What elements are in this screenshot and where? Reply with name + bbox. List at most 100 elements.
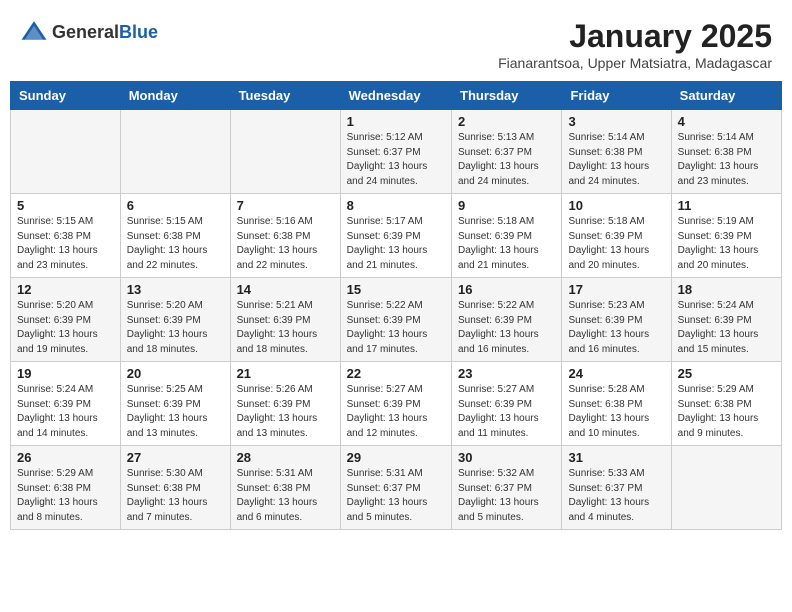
calendar-cell: 26 Sunrise: 5:29 AMSunset: 6:38 PMDayligh… <box>11 446 121 530</box>
calendar-cell: 12 Sunrise: 5:20 AMSunset: 6:39 PMDayligh… <box>11 278 121 362</box>
day-info: Sunrise: 5:18 AMSunset: 6:39 PMDaylight:… <box>458 215 555 273</box>
day-info: Sunrise: 5:32 AMSunset: 6:37 PMDaylight:… <box>458 467 555 525</box>
day-info: Sunrise: 5:22 AMSunset: 6:39 PMDaylight:… <box>347 299 445 357</box>
calendar-cell: 19Sunrise: 5:24 AMSunset: 6:39 PMDayligh… <box>11 362 121 446</box>
page-header: GeneralBlue January 2025 Fianarantsoa, U… <box>10 10 782 77</box>
calendar-cell: 29Sunrise: 5:31 AMSunset: 6:37 PMDayligh… <box>340 446 451 530</box>
logo-general: General <box>52 22 119 42</box>
calendar-cell: 14 Sunrise: 5:21 AMSunset: 6:39 PMDayligh… <box>230 278 340 362</box>
calendar-cell: 31 Sunrise: 5:33 AMSunset: 6:37 PMDayligh… <box>562 446 671 530</box>
day-number: 20 <box>127 366 224 381</box>
day-number: 23 <box>458 366 555 381</box>
day-info: Sunrise: 5:14 AMSunset: 6:38 PMDaylight:… <box>568 131 664 189</box>
day-info: Sunrise: 5:24 AMSunset: 6:39 PMDaylight:… <box>678 299 775 357</box>
calendar-cell: 21Sunrise: 5:26 AMSunset: 6:39 PMDayligh… <box>230 362 340 446</box>
day-number: 12 <box>17 282 114 297</box>
day-number: 24 <box>568 366 664 381</box>
day-number: 6 <box>127 198 224 213</box>
day-info: Sunrise: 5:20 AMSunset: 6:39 PMDaylight:… <box>127 299 224 357</box>
day-number: 5 <box>17 198 114 213</box>
calendar-cell: 17Sunrise: 5:23 AMSunset: 6:39 PMDayligh… <box>562 278 671 362</box>
day-number: 27 <box>127 450 224 465</box>
logo-blue: Blue <box>119 22 158 42</box>
day-info: Sunrise: 5:22 AMSunset: 6:39 PMDaylight:… <box>458 299 555 357</box>
weekday-header: Thursday <box>452 82 562 110</box>
day-number: 8 <box>347 198 445 213</box>
calendar-cell: 7 Sunrise: 5:16 AMSunset: 6:38 PMDaylight… <box>230 194 340 278</box>
weekday-header: Friday <box>562 82 671 110</box>
calendar-cell: 18 Sunrise: 5:24 AMSunset: 6:39 PMDayligh… <box>671 278 781 362</box>
calendar-cell: 16 Sunrise: 5:22 AMSunset: 6:39 PMDayligh… <box>452 278 562 362</box>
calendar-cell <box>230 110 340 194</box>
day-number: 3 <box>568 114 664 129</box>
day-info: Sunrise: 5:25 AMSunset: 6:39 PMDaylight:… <box>127 383 224 441</box>
day-info: Sunrise: 5:27 AMSunset: 6:39 PMDaylight:… <box>347 383 445 441</box>
day-info: Sunrise: 5:15 AMSunset: 6:38 PMDaylight:… <box>17 215 114 273</box>
calendar-cell: 24 Sunrise: 5:28 AMSunset: 6:38 PMDayligh… <box>562 362 671 446</box>
weekday-header: Sunday <box>11 82 121 110</box>
day-info: Sunrise: 5:30 AMSunset: 6:38 PMDaylight:… <box>127 467 224 525</box>
calendar-cell: 1Sunrise: 5:12 AMSunset: 6:37 PMDaylight… <box>340 110 451 194</box>
calendar-cell: 2 Sunrise: 5:13 AMSunset: 6:37 PMDaylight… <box>452 110 562 194</box>
calendar-cell: 27 Sunrise: 5:30 AMSunset: 6:38 PMDayligh… <box>120 446 230 530</box>
day-info: Sunrise: 5:21 AMSunset: 6:39 PMDaylight:… <box>237 299 334 357</box>
day-number: 14 <box>237 282 334 297</box>
day-info: Sunrise: 5:16 AMSunset: 6:38 PMDaylight:… <box>237 215 334 273</box>
day-info: Sunrise: 5:13 AMSunset: 6:37 PMDaylight:… <box>458 131 555 189</box>
calendar-cell: 11 Sunrise: 5:19 AMSunset: 6:39 PMDayligh… <box>671 194 781 278</box>
weekday-header: Monday <box>120 82 230 110</box>
title-block: January 2025 Fianarantsoa, Upper Matsiat… <box>498 18 772 71</box>
day-info: Sunrise: 5:28 AMSunset: 6:38 PMDaylight:… <box>568 383 664 441</box>
day-number: 7 <box>237 198 334 213</box>
day-number: 26 <box>17 450 114 465</box>
day-number: 13 <box>127 282 224 297</box>
day-info: Sunrise: 5:17 AMSunset: 6:39 PMDaylight:… <box>347 215 445 273</box>
day-info: Sunrise: 5:19 AMSunset: 6:39 PMDaylight:… <box>678 215 775 273</box>
day-info: Sunrise: 5:24 AMSunset: 6:39 PMDaylight:… <box>17 383 114 441</box>
calendar-cell: 6Sunrise: 5:15 AMSunset: 6:38 PMDaylight… <box>120 194 230 278</box>
day-number: 16 <box>458 282 555 297</box>
calendar-cell: 15 Sunrise: 5:22 AMSunset: 6:39 PMDayligh… <box>340 278 451 362</box>
calendar-cell: 13 Sunrise: 5:20 AMSunset: 6:39 PMDayligh… <box>120 278 230 362</box>
calendar-cell: 8 Sunrise: 5:17 AMSunset: 6:39 PMDaylight… <box>340 194 451 278</box>
calendar-week-row: 26 Sunrise: 5:29 AMSunset: 6:38 PMDayligh… <box>11 446 782 530</box>
day-number: 2 <box>458 114 555 129</box>
day-info: Sunrise: 5:29 AMSunset: 6:38 PMDaylight:… <box>678 383 775 441</box>
calendar-cell: 10Sunrise: 5:18 AMSunset: 6:39 PMDayligh… <box>562 194 671 278</box>
day-number: 29 <box>347 450 445 465</box>
day-info: Sunrise: 5:12 AMSunset: 6:37 PMDaylight:… <box>347 131 445 189</box>
day-number: 22 <box>347 366 445 381</box>
day-info: Sunrise: 5:29 AMSunset: 6:38 PMDaylight:… <box>17 467 114 525</box>
day-info: Sunrise: 5:31 AMSunset: 6:38 PMDaylight:… <box>237 467 334 525</box>
day-number: 25 <box>678 366 775 381</box>
calendar-cell: 23Sunrise: 5:27 AMSunset: 6:39 PMDayligh… <box>452 362 562 446</box>
day-number: 4 <box>678 114 775 129</box>
day-number: 21 <box>237 366 334 381</box>
day-info: Sunrise: 5:14 AMSunset: 6:38 PMDaylight:… <box>678 131 775 189</box>
calendar-cell: 28 Sunrise: 5:31 AMSunset: 6:38 PMDayligh… <box>230 446 340 530</box>
day-number: 30 <box>458 450 555 465</box>
day-number: 18 <box>678 282 775 297</box>
day-number: 15 <box>347 282 445 297</box>
calendar-body: 1Sunrise: 5:12 AMSunset: 6:37 PMDaylight… <box>11 110 782 530</box>
day-number: 28 <box>237 450 334 465</box>
calendar-cell: 22 Sunrise: 5:27 AMSunset: 6:39 PMDayligh… <box>340 362 451 446</box>
logo: GeneralBlue <box>20 18 158 46</box>
calendar-subtitle: Fianarantsoa, Upper Matsiatra, Madagasca… <box>498 55 772 71</box>
day-number: 11 <box>678 198 775 213</box>
calendar-cell: 9Sunrise: 5:18 AMSunset: 6:39 PMDaylight… <box>452 194 562 278</box>
calendar-cell: 5 Sunrise: 5:15 AMSunset: 6:38 PMDaylight… <box>11 194 121 278</box>
calendar-cell: 20 Sunrise: 5:25 AMSunset: 6:39 PMDayligh… <box>120 362 230 446</box>
day-info: Sunrise: 5:33 AMSunset: 6:37 PMDaylight:… <box>568 467 664 525</box>
calendar-week-row: 19Sunrise: 5:24 AMSunset: 6:39 PMDayligh… <box>11 362 782 446</box>
calendar-week-row: 12 Sunrise: 5:20 AMSunset: 6:39 PMDayligh… <box>11 278 782 362</box>
day-info: Sunrise: 5:23 AMSunset: 6:39 PMDaylight:… <box>568 299 664 357</box>
logo-icon <box>20 18 48 46</box>
day-number: 31 <box>568 450 664 465</box>
weekday-header: Tuesday <box>230 82 340 110</box>
calendar-week-row: 5 Sunrise: 5:15 AMSunset: 6:38 PMDaylight… <box>11 194 782 278</box>
weekday-header: Saturday <box>671 82 781 110</box>
calendar-cell: 3 Sunrise: 5:14 AMSunset: 6:38 PMDaylight… <box>562 110 671 194</box>
day-info: Sunrise: 5:20 AMSunset: 6:39 PMDaylight:… <box>17 299 114 357</box>
calendar-header: SundayMondayTuesdayWednesdayThursdayFrid… <box>11 82 782 110</box>
